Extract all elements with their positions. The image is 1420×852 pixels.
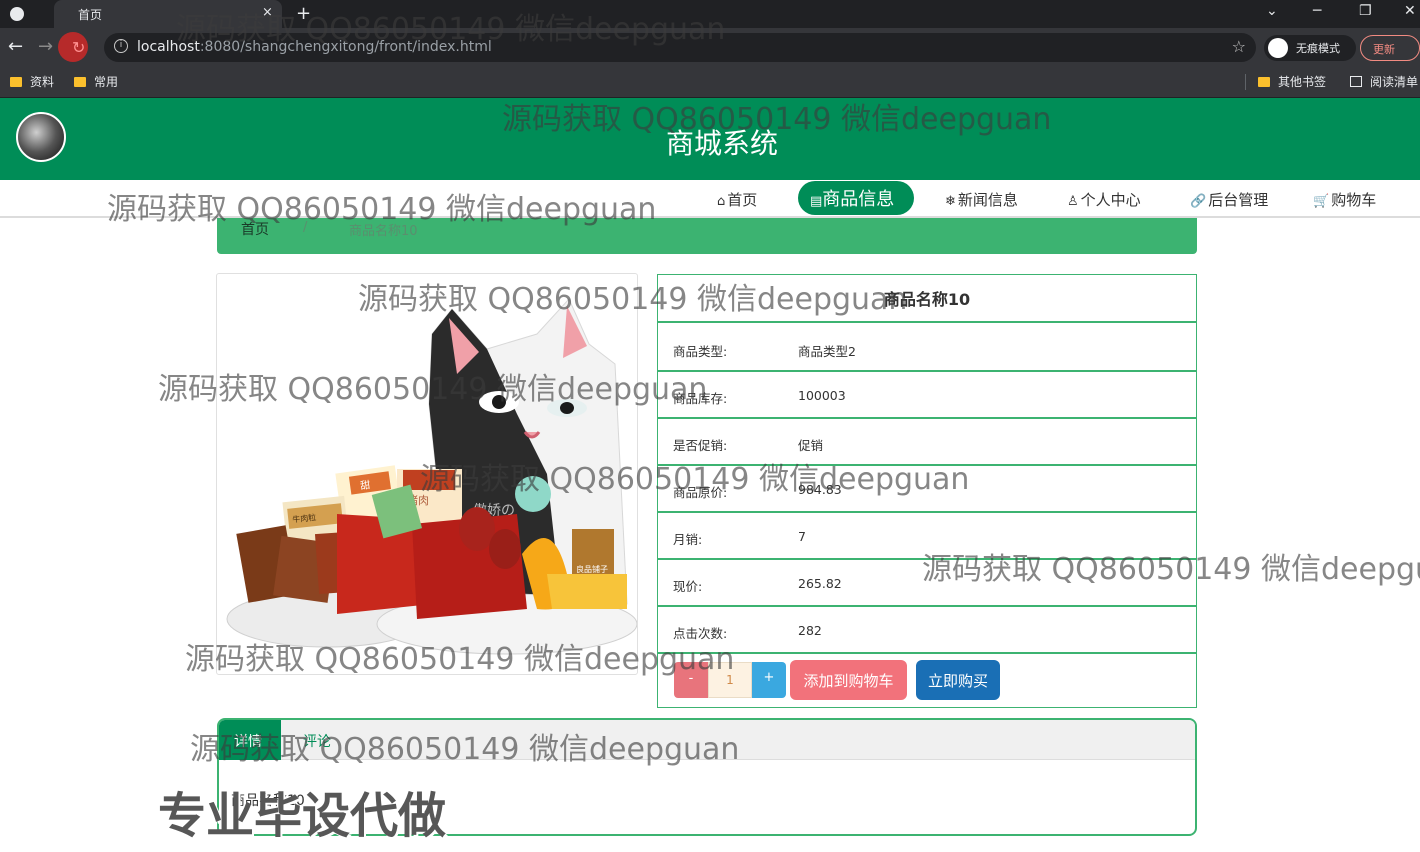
home-icon: ⌂ <box>717 194 726 209</box>
detail-label: 月销: <box>673 532 703 547</box>
restore-icon[interactable]: ❐ <box>1359 3 1372 19</box>
detail-row: 点击次数: 282 <box>658 607 1196 654</box>
nav-cart[interactable]: 🛒 购物车 <box>1313 189 1376 210</box>
browser-tab-strip: 首页 × + ⌄ ─ ❐ ✕ <box>0 0 1420 28</box>
detail-value: 282 <box>798 623 822 638</box>
nav-label: 后台管理 <box>1208 191 1269 209</box>
breadcrumb: 首页 / 商品名称10 <box>217 218 1197 254</box>
nav-product-info[interactable]: ▤商品信息 <box>798 181 914 215</box>
bookmark-folder-changyong[interactable]: 常用 <box>74 73 118 90</box>
bookmark-divider <box>1245 74 1246 90</box>
tab-content: 商品名称10 <box>231 793 305 809</box>
detail-row: 月销: 7 <box>658 513 1196 560</box>
document-icon: ▤ <box>810 194 823 209</box>
info-icon[interactable]: i <box>114 39 128 53</box>
nav-home[interactable]: ⌂ 首页 <box>717 189 757 210</box>
user-icon: ♙ <box>1067 194 1079 209</box>
detail-row: 商品类型: 商品类型2 <box>658 325 1196 372</box>
bookmark-label: 其他书签 <box>1278 75 1327 89</box>
product-image[interactable]: 傲娇の 良品铺子 甜 猪肉 牛肉粒 <box>216 273 638 675</box>
product-detail-panel: 商品名称10 商品类型: 商品类型2 商品库存: 100003 是否促销: 促销… <box>657 274 1197 708</box>
quantity-decrease-button[interactable]: - <box>674 662 708 698</box>
folder-icon <box>10 77 22 87</box>
detail-label: 商品库存: <box>673 391 728 406</box>
reading-list-icon <box>1350 76 1362 87</box>
detail-label: 现价: <box>673 579 703 594</box>
back-icon[interactable]: ← <box>8 36 23 57</box>
bookmarks-bar: 资料 常用 其他书签 阅读清单 <box>0 66 1420 98</box>
quantity-increase-button[interactable]: + <box>752 662 786 698</box>
brand-text: 良品铺子 <box>576 564 608 574</box>
detail-label: 是否促销: <box>673 438 728 453</box>
link-icon: 🔗 <box>1190 194 1207 209</box>
update-button[interactable]: 更新 <box>1360 35 1420 61</box>
browser-app-icon <box>10 7 24 21</box>
folder-icon <box>74 77 86 87</box>
cart-icon: 🛒 <box>1313 194 1330 209</box>
detail-value: 100003 <box>798 388 846 403</box>
browser-tab-title: 首页 <box>78 8 103 22</box>
nav-label: 首页 <box>727 191 758 209</box>
quantity-input[interactable] <box>708 662 752 698</box>
nav-user-center[interactable]: ♙ 个人中心 <box>1067 189 1141 210</box>
add-to-cart-button[interactable]: 添加到购物车 <box>790 660 907 700</box>
purchase-actions: - + 添加到购物车 立即购买 <box>658 653 1196 707</box>
tab-search-icon[interactable]: ⌄ <box>1266 3 1278 19</box>
url-text[interactable]: localhost:8080/shangchengxitong/front/in… <box>137 39 492 55</box>
detail-value: 7 <box>798 529 806 544</box>
incognito-label: 无痕模式 <box>1296 42 1340 55</box>
detail-value: 促销 <box>798 438 824 453</box>
breadcrumb-home[interactable]: 首页 <box>241 219 269 239</box>
star-icon[interactable]: ☆ <box>1232 37 1246 56</box>
browser-tab[interactable]: 首页 × <box>54 0 282 28</box>
address-bar[interactable]: i localhost:8080/shangchengxitong/front/… <box>104 33 1256 62</box>
detail-row: 商品原价: 984.83 <box>658 466 1196 513</box>
detail-label: 商品原价: <box>673 485 728 500</box>
buy-now-button[interactable]: 立即购买 <box>916 660 1000 700</box>
bookmark-folder-other[interactable]: 其他书签 <box>1258 73 1326 90</box>
nav-label: 个人中心 <box>1080 191 1141 209</box>
tab-close-icon[interactable]: × <box>262 5 273 20</box>
detail-label: 商品类型: <box>673 344 728 359</box>
incognito-icon <box>1268 38 1288 58</box>
detail-row: 商品库存: 100003 <box>658 372 1196 419</box>
nav-label: 新闻信息 <box>957 191 1018 209</box>
tabs-header: 详情 评论 <box>219 720 1195 760</box>
url-path: :8080/shangchengxitong/front/index.html <box>199 39 492 55</box>
url-host: localhost <box>137 39 200 55</box>
nav-label: 商品信息 <box>822 189 895 210</box>
breadcrumb-separator: / <box>303 220 308 235</box>
site-header: 商城系统 <box>0 98 1420 180</box>
tab-detail[interactable]: 详情 <box>219 720 281 760</box>
product-photo: 傲娇の 良品铺子 甜 猪肉 牛肉粒 <box>226 298 637 655</box>
bookmark-label: 资料 <box>30 75 55 89</box>
close-window-icon[interactable]: ✕ <box>1404 3 1416 19</box>
site-title: 商城系统 <box>665 127 778 160</box>
detail-value: 984.83 <box>798 482 842 497</box>
nav-label: 购物车 <box>1331 191 1377 209</box>
minimize-icon[interactable]: ─ <box>1313 3 1321 19</box>
reading-list[interactable]: 阅读清单 <box>1350 73 1418 90</box>
nav-news[interactable]: ❄ 新闻信息 <box>945 189 1018 210</box>
nav-admin[interactable]: 🔗 后台管理 <box>1190 189 1268 210</box>
bookmark-folder-ziliao[interactable]: 资料 <box>10 73 54 90</box>
bookmark-label: 阅读清单 <box>1370 75 1419 89</box>
main-nav: ⌂ 首页 ▤商品信息 ❄ 新闻信息 ♙ 个人中心 🔗 后台管理 🛒 购物车 <box>0 180 1420 218</box>
detail-label: 点击次数: <box>673 626 728 641</box>
snowflake-icon: ❄ <box>945 194 956 209</box>
new-tab-icon[interactable]: + <box>296 3 311 24</box>
folder-icon <box>1258 77 1270 87</box>
incognito-indicator[interactable]: 无痕模式 <box>1264 35 1356 61</box>
detail-row: 现价: 265.82 <box>658 560 1196 607</box>
detail-value: 265.82 <box>798 576 842 591</box>
bookmark-label: 常用 <box>94 75 119 89</box>
reload-icon[interactable]: ↻ <box>72 38 85 57</box>
tab-comment[interactable]: 评论 <box>303 731 331 751</box>
product-tabs: 详情 评论 商品名称10 <box>217 718 1197 836</box>
detail-row: 是否促销: 促销 <box>658 419 1196 466</box>
product-name: 商品名称10 <box>658 275 1196 323</box>
breadcrumb-current: 商品名称10 <box>349 224 418 239</box>
forward-icon[interactable]: → <box>38 36 53 57</box>
detail-value: 商品类型2 <box>798 344 856 359</box>
